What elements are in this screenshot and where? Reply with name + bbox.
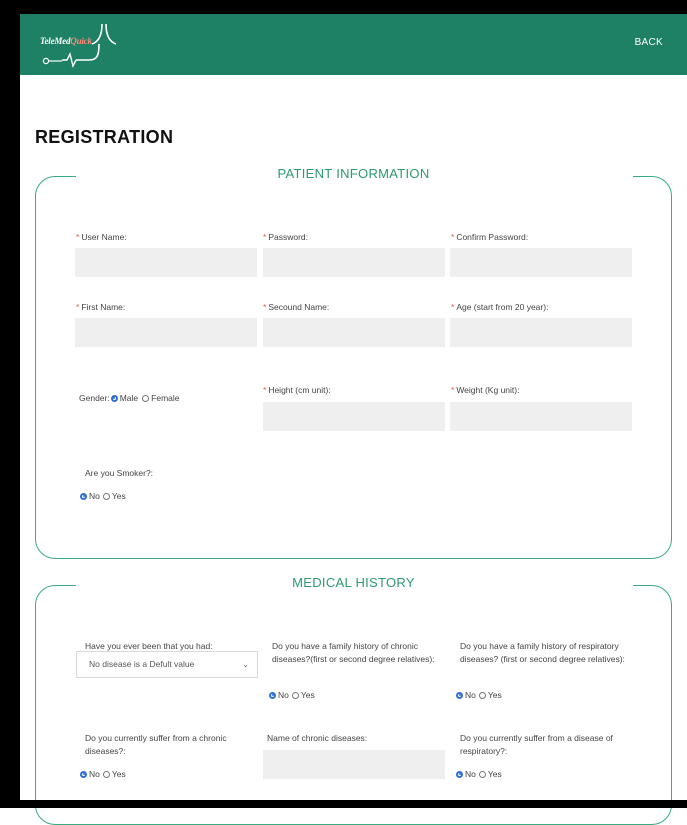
age-label: * Age (start from 20 year): xyxy=(451,302,549,312)
family-chronic-yes-radio[interactable] xyxy=(291,691,299,699)
gender-radio-group: Gender: Male Female xyxy=(79,393,180,403)
family-chronic-yes-label: Yes xyxy=(300,690,315,700)
height-label: * Height (cm unit): xyxy=(263,385,331,395)
confirm-password-label: * Confirm Password: xyxy=(451,232,529,242)
logo-text: TeleMedQuick xyxy=(40,36,92,46)
first-name-input[interactable] xyxy=(75,318,257,347)
user-name-label: * User Name: xyxy=(76,232,127,242)
gender-label: Gender: xyxy=(79,393,110,403)
chronic-label: Do you currently suffer from a chronic d… xyxy=(85,733,227,756)
respiratory-label: Do you currently suffer from a disease o… xyxy=(460,733,613,756)
chronic-names-label: Name of chronic diseases: xyxy=(267,733,368,743)
family-respiratory-radio-group: No Yes xyxy=(455,690,502,700)
family-respiratory-yes-label: Yes xyxy=(487,690,502,700)
gender-male-radio[interactable] xyxy=(110,394,118,402)
password-input[interactable] xyxy=(263,248,445,277)
chronic-names-input[interactable] xyxy=(263,750,445,779)
user-name-input[interactable] xyxy=(75,248,257,277)
respiratory-yes-label: Yes xyxy=(487,769,502,779)
disease-select-value: No disease is a Defult value xyxy=(89,659,195,669)
page-title: REGISTRATION xyxy=(35,127,174,147)
confirm-password-input[interactable] xyxy=(450,248,632,277)
weight-label: * Weight (Kg unit): xyxy=(451,385,520,395)
chronic-yes-label: Yes xyxy=(111,769,126,779)
family-respiratory-no-radio[interactable] xyxy=(456,691,463,699)
frame-top xyxy=(0,0,687,14)
family-chronic-radio-group: No Yes xyxy=(268,690,315,700)
gender-female-label: Female xyxy=(151,393,180,403)
smoker-yes-radio[interactable] xyxy=(102,492,110,500)
chevron-down-icon: ⌄ xyxy=(242,660,249,669)
smoker-no-radio[interactable] xyxy=(80,492,87,500)
weight-input[interactable] xyxy=(450,402,632,431)
gender-male-label: Male xyxy=(119,393,139,403)
gender-female-radio[interactable] xyxy=(142,394,150,402)
family-chronic-no-label: No xyxy=(278,690,289,700)
smoker-radio-group: No Yes xyxy=(79,491,126,501)
section-title-patient-information: PATIENT INFORMATION xyxy=(277,166,430,181)
app-header: TeleMedQuick BACK xyxy=(20,14,687,75)
family-chronic-no-radio[interactable] xyxy=(269,691,276,699)
respiratory-no-label: No xyxy=(465,769,476,779)
stethoscope-icon xyxy=(42,23,117,69)
age-input[interactable] xyxy=(450,318,632,347)
patient-information-section: PATIENT INFORMATION xyxy=(35,166,672,559)
smoker-no-label: No xyxy=(89,491,100,501)
back-button[interactable]: BACK xyxy=(635,37,663,48)
medical-history-section: MEDICAL HISTORY xyxy=(35,575,672,825)
section-title-medical-history: MEDICAL HISTORY xyxy=(292,575,415,590)
telemedquick-logo[interactable]: TeleMedQuick xyxy=(40,22,130,70)
family-respiratory-no-label: No xyxy=(465,690,476,700)
respiratory-yes-radio[interactable] xyxy=(478,770,486,778)
second-name-label: * Secound Name: xyxy=(263,302,330,312)
frame-bottom xyxy=(0,800,687,808)
chronic-no-label: No xyxy=(89,769,100,779)
second-name-input[interactable] xyxy=(263,318,445,347)
smoker-yes-label: Yes xyxy=(111,491,126,501)
chronic-yes-radio[interactable] xyxy=(102,770,110,778)
chronic-radio-group: No Yes xyxy=(79,769,126,779)
height-input[interactable] xyxy=(263,402,445,431)
family-respiratory-label: Do you have a family history of respirat… xyxy=(460,641,625,664)
frame-left xyxy=(0,0,20,808)
first-name-label: * First Name: xyxy=(76,302,126,312)
respiratory-no-radio[interactable] xyxy=(456,770,463,778)
chronic-no-radio[interactable] xyxy=(80,770,87,778)
family-chronic-label: Do you have a family history of chronic … xyxy=(272,641,435,664)
smoker-label: Are you Smoker?: xyxy=(85,468,154,478)
family-respiratory-yes-radio[interactable] xyxy=(478,691,486,699)
password-label: * Password: xyxy=(263,232,308,242)
respiratory-radio-group: No Yes xyxy=(455,769,502,779)
disease-select[interactable]: No disease is a Defult value ⌄ xyxy=(76,651,258,678)
